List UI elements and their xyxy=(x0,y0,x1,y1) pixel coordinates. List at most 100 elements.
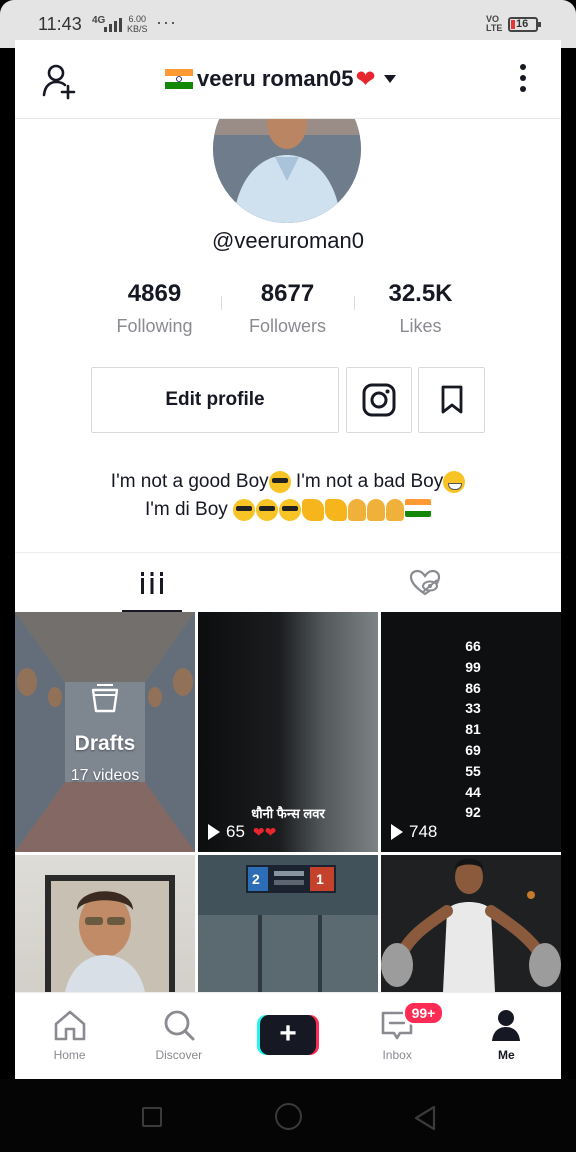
view-count: 65 ❤❤ xyxy=(208,822,276,842)
bio-line-2: I'm di Boy xyxy=(15,496,561,524)
drafts-label: Drafts xyxy=(74,732,136,755)
network-speed: 6.00 KB/S xyxy=(127,14,148,34)
battery-level: 16 xyxy=(516,18,529,30)
chevron-down-icon xyxy=(383,75,396,83)
add-user-icon[interactable] xyxy=(41,62,79,100)
number-item: 86 xyxy=(465,679,481,696)
followers-label: Followers xyxy=(248,316,327,336)
profile-bio: I'm not a good Boy I'm not a bad Boy I'm… xyxy=(15,468,561,524)
back-icon[interactable] xyxy=(412,1105,438,1131)
view-count-value: 65 xyxy=(226,822,245,841)
tab-liked[interactable] xyxy=(288,553,561,613)
video-thumbnail xyxy=(381,855,561,992)
bio-line-1: I'm not a good Boy I'm not a bad Boy xyxy=(15,468,561,496)
video-thumbnail xyxy=(198,855,378,992)
number-item: 92 xyxy=(465,804,481,821)
nav-me-label: Me xyxy=(498,1048,515,1062)
stat-followers[interactable]: 8677 Followers xyxy=(221,280,354,340)
profile-icon xyxy=(492,1010,521,1041)
sunglasses-emoji-icon xyxy=(233,498,256,521)
profile-handle: @veeruroman0 xyxy=(212,228,364,253)
following-label: Following xyxy=(116,316,193,336)
sunglasses-emoji-icon xyxy=(279,498,302,521)
number-item: 99 xyxy=(465,658,481,675)
bio-text-1a: I'm not a good Boy xyxy=(110,471,269,492)
number-item: 33 xyxy=(465,700,481,717)
nav-inbox-label: Inbox xyxy=(382,1048,412,1062)
number-item: 55 xyxy=(465,762,481,779)
play-icon xyxy=(208,824,220,840)
content-tabs xyxy=(15,552,561,613)
edit-profile-button[interactable]: Edit profile xyxy=(91,367,339,433)
number-item: 69 xyxy=(465,741,481,758)
top-bar: veeru roman05 ❤ xyxy=(15,40,561,119)
profile-stats: 4869 Following 8677 Followers 32.5K Like… xyxy=(88,280,488,340)
flexed-biceps-emoji-icon xyxy=(325,498,348,521)
stat-likes[interactable]: 32.5K Likes xyxy=(354,280,487,340)
speed-unit: KB/S xyxy=(127,24,148,34)
tab-videos[interactable] xyxy=(15,553,288,613)
emoji-sequence xyxy=(233,498,432,521)
video-thumbnail xyxy=(45,875,175,992)
hearts-icon: ❤❤ xyxy=(252,823,277,840)
play-icon xyxy=(391,824,403,840)
more-notifications-icon: ··· xyxy=(156,12,177,32)
plus-icon: + xyxy=(279,1017,297,1050)
video-grid: Drafts 17 videos धौनी फैन्स लवर 65 ❤❤ 66… xyxy=(15,612,561,1079)
view-count: 748 xyxy=(391,822,437,842)
sunglasses-emoji-icon xyxy=(268,470,291,493)
profile-screen: veeru roman05 ❤ @veeruroman0 4869 Follow… xyxy=(15,40,561,1079)
nav-me[interactable]: Me xyxy=(452,993,561,1079)
instagram-button[interactable] xyxy=(346,367,412,433)
favorites-button[interactable] xyxy=(418,367,485,433)
number-item: 66 xyxy=(465,638,481,654)
create-button[interactable]: + xyxy=(256,1015,319,1055)
red-heart-icon: ❤ xyxy=(355,65,376,93)
status-time: 11:43 xyxy=(38,14,82,34)
folded-hands-emoji-icon xyxy=(367,498,386,521)
sunglasses-emoji-icon xyxy=(256,498,279,521)
nav-discover-label: Discover xyxy=(155,1048,203,1062)
video-caption: धौनी फैन्स लवर xyxy=(251,806,325,821)
drafts-tile[interactable]: Drafts 17 videos xyxy=(15,612,195,852)
number-list: 66 99 86 33 81 69 55 44 92 xyxy=(453,636,493,823)
recent-apps-icon[interactable] xyxy=(142,1107,162,1127)
drafts-count: 17 videos xyxy=(70,767,140,784)
score-right: 1 xyxy=(316,871,324,887)
grid-icon xyxy=(138,572,165,594)
speed-value: 6.00 xyxy=(128,14,147,24)
folded-hands-emoji-icon xyxy=(386,498,405,521)
view-count-value: 748 xyxy=(409,822,438,841)
home-button-icon[interactable] xyxy=(275,1103,302,1130)
bookmark-icon xyxy=(441,385,462,414)
bio-text-1b: I'm not a bad Boy xyxy=(290,471,444,492)
account-title: veeru roman05 xyxy=(197,66,354,91)
india-flag-emoji-icon xyxy=(405,498,432,517)
volte-indicator: VO LTE xyxy=(486,14,503,33)
likes-count: 32.5K xyxy=(388,280,453,307)
flexed-biceps-emoji-icon xyxy=(302,498,325,521)
video-tile[interactable]: धौनी फैन्स लवर 65 ❤❤ xyxy=(198,612,378,852)
account-switcher[interactable]: veeru roman05 ❤ xyxy=(165,64,396,94)
nav-discover[interactable]: Discover xyxy=(124,993,233,1079)
drafts-icon xyxy=(91,684,119,713)
following-count: 4869 xyxy=(127,280,182,307)
india-flag-icon xyxy=(165,69,193,89)
nav-inbox[interactable]: 99+ Inbox xyxy=(343,993,452,1079)
more-options-icon[interactable] xyxy=(513,64,533,96)
bio-text-2: I'm di Boy xyxy=(144,499,234,520)
home-icon xyxy=(54,1010,85,1041)
search-icon xyxy=(164,1010,195,1041)
instagram-icon xyxy=(362,383,396,417)
video-tile[interactable]: 66 99 86 33 81 69 55 44 92 748 xyxy=(381,612,561,852)
grinning-emoji-icon xyxy=(443,470,466,493)
followers-count: 8677 xyxy=(260,280,315,307)
stat-following[interactable]: 4869 Following xyxy=(88,280,221,340)
liked-hidden-icon xyxy=(409,569,440,596)
battery-icon: 16 xyxy=(508,17,541,32)
nav-create[interactable]: + xyxy=(233,993,342,1079)
nav-home[interactable]: Home xyxy=(15,993,124,1079)
system-nav-bar xyxy=(0,1079,576,1152)
likes-label: Likes xyxy=(399,316,442,336)
nav-home-label: Home xyxy=(53,1048,86,1062)
